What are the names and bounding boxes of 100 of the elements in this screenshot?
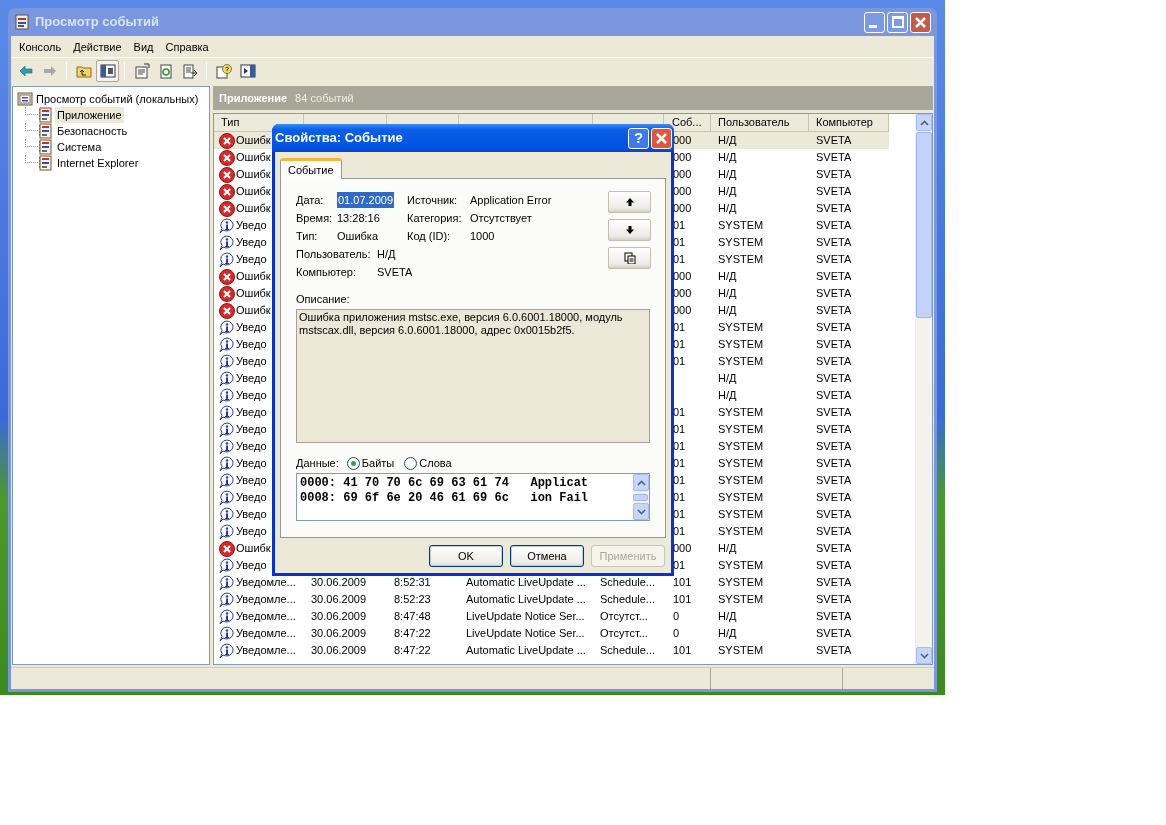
table-cell-text: Schedule... [600,592,656,608]
table-cell-text: SYSTEM [718,354,764,370]
table-cell-text: Н/Д [718,133,737,149]
table-cell-text: Уведо [236,507,267,523]
table-cell-text: SVETA [816,252,852,268]
table-cell-text: Ошибк [236,133,271,149]
table-cell-text: SYSTEM [718,575,764,591]
table-cell-text: SVETA [816,167,852,183]
panel-title: Приложение [219,90,288,106]
table-cell-text: 000 [673,150,692,166]
table-cell-text: 0 [673,609,680,625]
table-cell-text: SVETA [816,150,852,166]
table-cell-text: Ошибк [236,150,271,166]
table-cell-text: 30.06.2009 [311,626,367,642]
table-cell-text: Уведо [236,422,267,438]
table-cell-text: SVETA [816,286,852,302]
table-cell-text: Schedule... [600,575,656,591]
field-label: Источник: [407,192,458,208]
table-cell-text: SYSTEM [718,218,764,234]
table-cell-text: Н/Д [718,626,737,642]
table-cell-text: 101 [673,575,692,591]
table-cell-text: SYSTEM [718,643,764,659]
table-cell-text: Уведо [236,235,267,251]
table-cell-text: LiveUpdate Notice Ser... [466,626,585,642]
table-cell-text: Н/Д [718,184,737,200]
table-cell-text: Н/Д [718,150,737,166]
table-cell-text: SVETA [816,235,852,251]
table-cell-text: 000 [673,184,692,200]
field-value: Н/Д [377,246,396,262]
table-cell-text: 30.06.2009 [311,592,367,608]
table-cell-text: Ошибк [236,541,271,557]
table-cell-text: Уведо [236,371,267,387]
field-value: 01.07.2009 [337,191,395,209]
table-cell-text: SYSTEM [718,490,764,506]
table-cell-text: SVETA [816,422,852,438]
table-cell-text: Уведо [236,252,267,268]
table-cell-text: 101 [673,592,692,608]
table-cell-text: 8:52:23 [394,592,431,608]
table-cell-text: Ошибк [236,201,271,217]
table-cell-text: SVETA [816,473,852,489]
table-cell-text: Automatic LiveUpdate ... [466,643,586,659]
table-cell-text: Уведомле... [236,643,296,659]
field-label: Код (ID): [407,228,452,244]
table-cell-text: 30.06.2009 [311,575,367,591]
table-cell-text: Уведо [236,558,267,574]
table-cell-text: Отсутст... [600,626,648,642]
window-title: Просмотр событий [35,13,160,32]
table-cell-text: SVETA [816,439,852,455]
table-cell-text: SVETA [816,626,852,642]
table-cell-text: Уведо [236,405,267,421]
table-cell-text: SYSTEM [718,507,764,523]
table-cell-text: SYSTEM [718,439,764,455]
table-cell-text: SYSTEM [718,405,764,421]
table-cell-text: Уведо [236,456,267,472]
table-cell-text: Уведо [236,218,267,234]
field-value: 13:28:16 [337,210,380,226]
table-cell-text: Н/Д [718,167,737,183]
table-cell-text: Уведо [236,439,267,455]
dialog-title: Свойства: Событие [275,129,404,148]
table-cell-text: SYSTEM [718,320,764,336]
field-label: Компьютер: [296,264,357,280]
table-cell-text: SVETA [816,320,852,336]
table-cell-text: SVETA [816,609,852,625]
field-value: 1000 [470,228,495,244]
table-cell-text: Ошибк [236,286,271,302]
table-cell-text: SVETA [816,405,852,421]
table-cell-text: 000 [673,269,692,285]
field-label: Категория: [407,210,463,226]
table-cell-text: Уведомле... [236,626,296,642]
description-label: Описание: [296,292,351,306]
table-cell-text: Уведо [236,337,267,353]
table-cell-text: SYSTEM [718,422,764,438]
table-cell-text: SVETA [816,541,852,557]
table-cell-text: SVETA [816,218,852,234]
table-cell-text: SVETA [816,592,852,608]
field-value: Ошибка [337,228,378,244]
table-cell-text: SVETA [816,490,852,506]
table-cell-text: Уведо [236,388,267,404]
table-cell-text: Уведомле... [236,575,296,591]
table-cell-text: SYSTEM [718,337,764,353]
table-cell-text: Уведомле... [236,592,296,608]
table-cell-text: 000 [673,167,692,183]
table-cell-text: SVETA [816,524,852,540]
field-label: Пользователь: [296,246,372,262]
table-cell-text: 000 [673,201,692,217]
table-cell-text: 8:47:48 [394,609,431,625]
field-label: Время: [296,210,334,226]
table-cell-text: Н/Д [718,388,737,404]
table-cell-text: Н/Д [718,541,737,557]
table-cell-text: Н/Д [718,371,737,387]
data-label: Данные: [296,455,339,471]
table-cell-text: 8:52:31 [394,575,431,591]
table-cell-text: SVETA [816,456,852,472]
table-cell-text: SVETA [816,643,852,659]
table-cell-text: Н/Д [718,201,737,217]
table-cell-text: 000 [673,133,692,149]
table-cell-text: Уведо [236,473,267,489]
table-cell-text: 000 [673,286,692,302]
field-label: Дата: [296,192,325,208]
event-count: 84 событий [295,90,354,106]
